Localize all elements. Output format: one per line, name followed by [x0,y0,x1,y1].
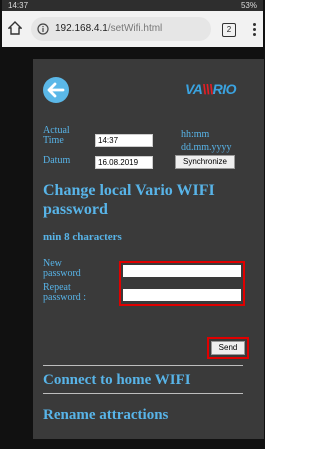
rename-attractions-link[interactable]: Rename attractions [43,407,168,424]
arrow-left-icon [47,82,65,98]
url-path: /setWifi.html [107,23,163,34]
actual-time-label: Actual Time [43,125,70,146]
new-password-input[interactable] [123,265,241,277]
overflow-menu-icon[interactable] [251,21,257,37]
status-bar: 14:37 53% [2,0,263,11]
date-input[interactable]: 16.08.2019 [95,156,153,169]
url-bar[interactable]: 192.168.4.1/setWifi.html [31,17,211,41]
repeat-password-input[interactable] [123,289,241,301]
datum-label: Datum [43,155,71,166]
browser-toolbar: 192.168.4.1/setWifi.html 2 [2,11,263,47]
vario-logo: VA\\\RIO [185,81,236,97]
status-battery: 53% [240,1,257,10]
main-panel: VA\\\RIO Actual Time 14:37 hh:mm Datum 1… [33,59,264,439]
change-password-heading: Change local Vario WIFI password [43,182,215,218]
new-password-label: New password [43,258,81,279]
info-icon[interactable] [37,23,49,35]
status-time: 14:37 [8,1,29,10]
tab-switcher-button[interactable]: 2 [222,23,236,37]
divider [43,365,243,366]
synchronize-button[interactable]: Synchronize [175,155,235,169]
url-text: 192.168.4.1/setWifi.html [55,17,162,41]
connect-home-wifi-link[interactable]: Connect to home WIFI [43,372,191,389]
url-host: 192.168.4.1 [55,23,108,34]
password-requirement: min 8 characters [43,231,122,243]
back-button[interactable] [43,77,69,103]
page-area: VA\\\RIO Actual Time 14:37 hh:mm Datum 1… [2,47,264,449]
time-input[interactable]: 14:37 [95,134,153,147]
date-format-hint: dd.mm.yyyy [181,142,232,153]
divider [43,393,243,394]
time-format-hint: hh:mm [181,129,210,140]
repeat-password-label: Repeat password : [43,282,87,303]
home-icon[interactable] [8,21,22,35]
send-button[interactable]: Send [211,341,245,355]
